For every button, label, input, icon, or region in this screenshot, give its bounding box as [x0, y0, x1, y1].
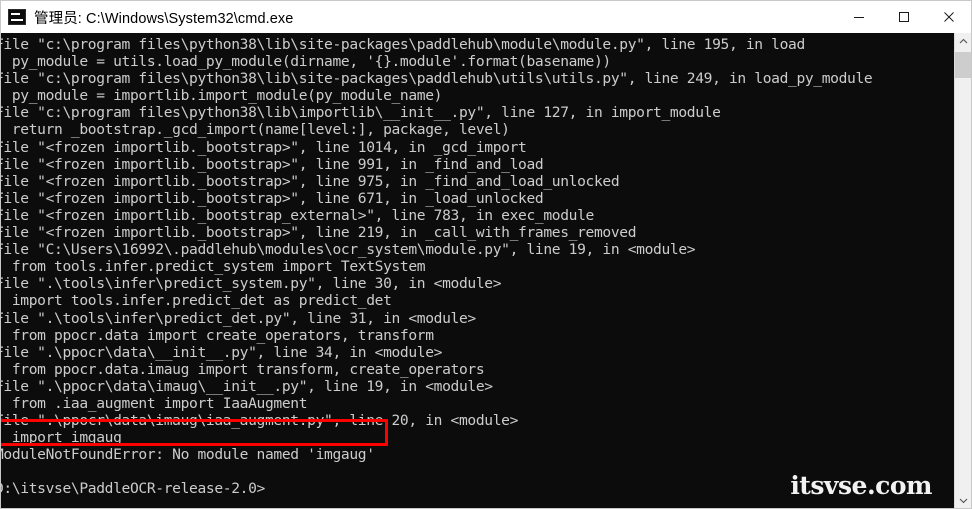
chevron-up-icon[interactable]: [955, 33, 971, 50]
console-line: py_module = utils.load_py_module(dirname…: [1, 53, 611, 71]
maximize-button[interactable]: [881, 1, 926, 33]
console-line: from ppocr.data import create_operators,…: [1, 326, 434, 344]
console-window: 管理员: C:\Windows\System32\cmd.exe File "c…: [0, 0, 972, 509]
console-line: py_module = importlib.import_module(py_m…: [1, 87, 443, 105]
console-line: File ".\tools\infer\predict_system.py", …: [1, 275, 502, 293]
console-line: File "<frozen importlib._bootstrap>", li…: [1, 224, 637, 242]
close-button[interactable]: [926, 1, 971, 33]
console-output-area[interactable]: File "c:\program files\python38\lib\site…: [1, 33, 954, 508]
console-line: File "<frozen importlib._bootstrap>", li…: [1, 189, 544, 207]
window-title: 管理员: C:\Windows\System32\cmd.exe: [34, 10, 294, 27]
console-line: File "c:\program files\python38\lib\site…: [1, 36, 805, 53]
console-line: File "C:\Users\16992\.paddlehub\modules\…: [1, 241, 696, 259]
console-line: File "<frozen importlib._bootstrap>", li…: [1, 172, 620, 190]
chevron-down-icon[interactable]: [955, 492, 971, 508]
console-line: File "<frozen importlib._bootstrap_exter…: [1, 206, 594, 224]
console-line: File "c:\program files\python38\lib\site…: [1, 70, 873, 88]
console-line: import tools.infer.predict_det as predic…: [1, 292, 392, 310]
console-line: File ".\tools\infer\predict_det.py", lin…: [1, 309, 476, 327]
site-watermark: itsvse.com: [790, 471, 932, 500]
scrollbar-thumb[interactable]: [955, 52, 971, 78]
cmd-console-icon: [8, 9, 26, 25]
console-line: File "<frozen importlib._bootstrap>", li…: [1, 155, 544, 173]
minimize-button[interactable]: [836, 1, 881, 33]
console-line-list: File "c:\program files\python38\lib\site…: [1, 36, 954, 498]
console-line: File "c:\program files\python38\lib\impo…: [1, 104, 721, 122]
console-line: File ".\ppocr\data\imaug\__init__.py", l…: [1, 377, 493, 395]
console-line: from .iaa_augment import IaaAugment: [1, 394, 308, 412]
console-line: import imgaug: [1, 429, 122, 447]
console-line: from tools.infer.predict_system import T…: [1, 258, 426, 276]
console-line: File "<frozen importlib._bootstrap>", li…: [1, 138, 527, 156]
window-controls: [836, 1, 971, 33]
console-line: File ".\ppocr\data\imaug\iaa_augment.py"…: [1, 412, 519, 430]
console-line: File ".\ppocr\data\__init__.py", line 34…: [1, 343, 443, 361]
console-line: ModuleNotFoundError: No module named 'im…: [1, 446, 375, 464]
window-titlebar[interactable]: 管理员: C:\Windows\System32\cmd.exe: [1, 1, 971, 34]
console-line: from ppocr.data.imaug import transform, …: [1, 360, 485, 378]
scrollbar-track[interactable]: [955, 50, 971, 492]
vertical-scrollbar[interactable]: [954, 33, 971, 508]
console-line: return _bootstrap._gcd_import(name[level…: [1, 121, 510, 139]
